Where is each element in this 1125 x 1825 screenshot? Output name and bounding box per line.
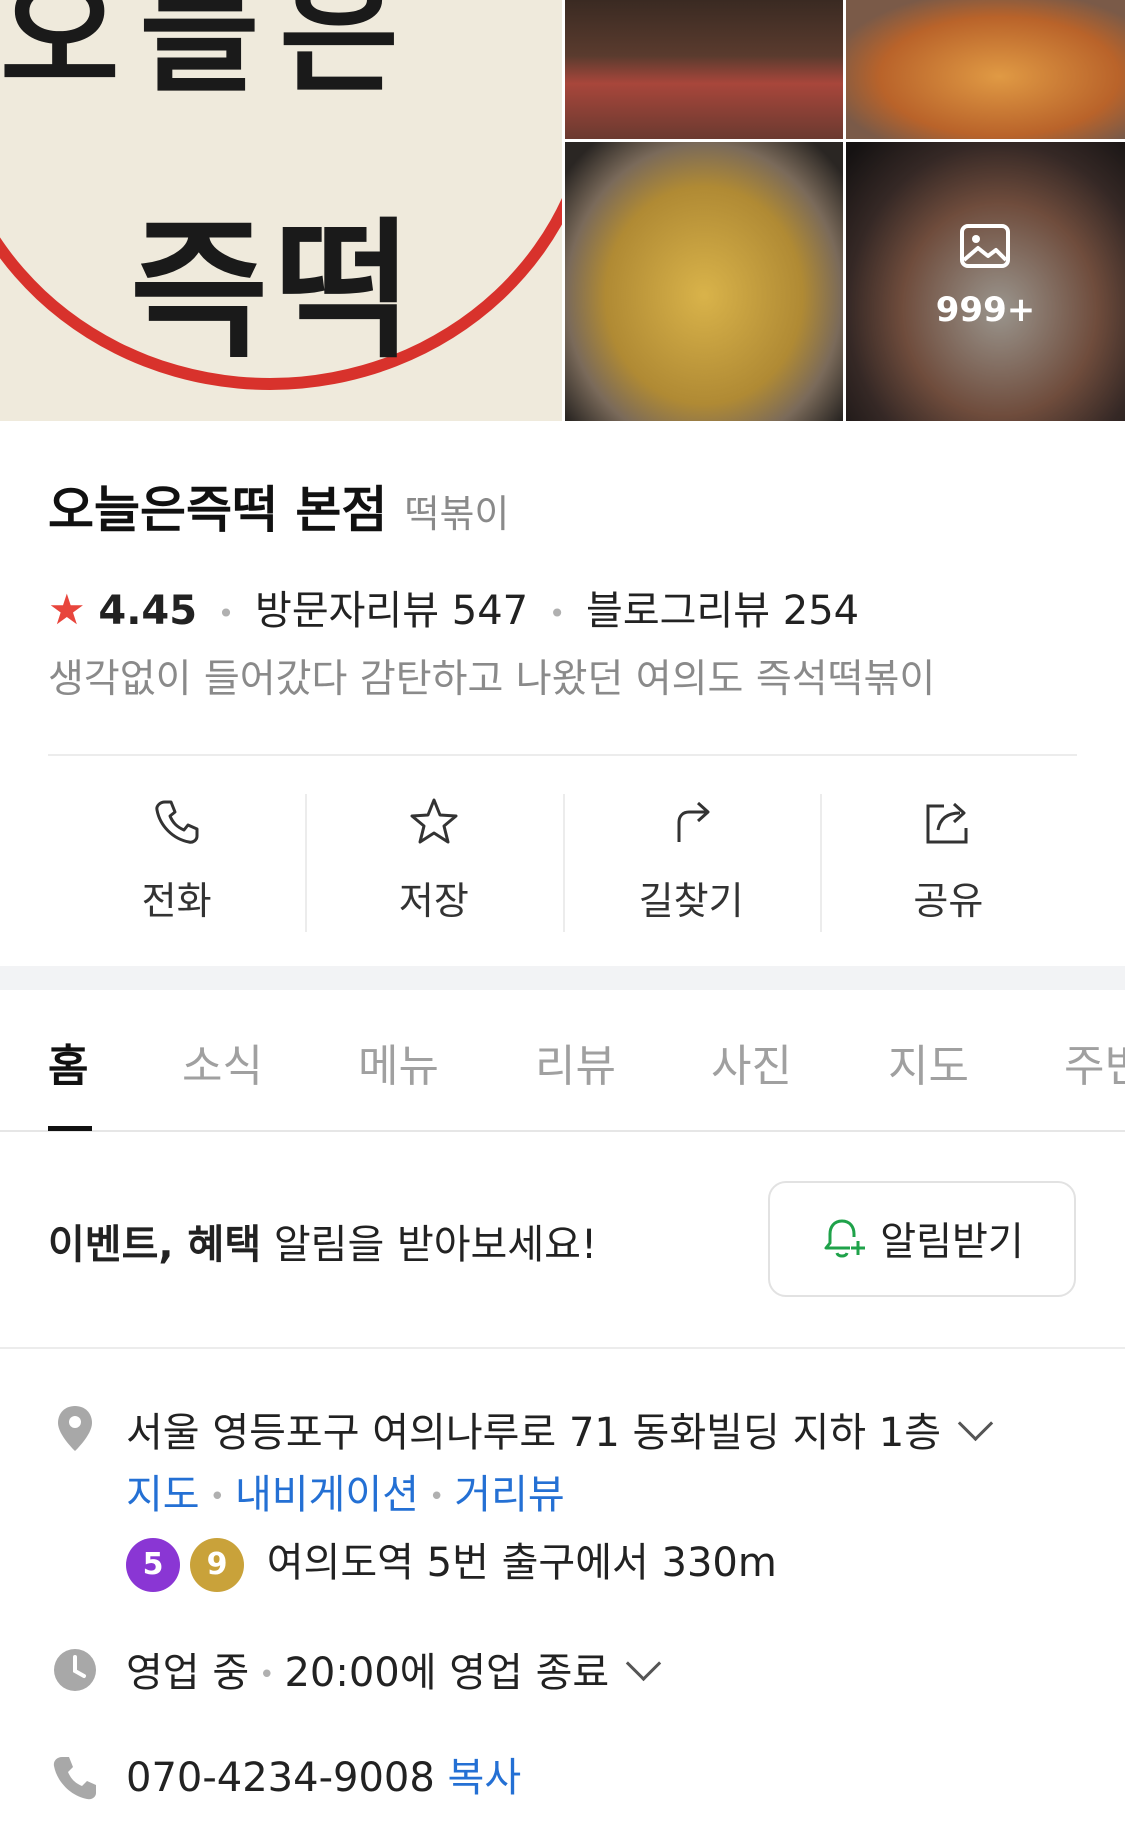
photo-thumb-3[interactable]: [565, 142, 843, 421]
share-label: 공유: [913, 879, 984, 923]
hours-row[interactable]: 영업 중 • 20:00에 영업 종료: [126, 1640, 662, 1698]
share-icon: [926, 802, 968, 844]
address-row[interactable]: 서울 영등포구 여의나루로 71 동화빌딩 지하 1층: [126, 1400, 994, 1458]
separator-dot: •: [259, 1660, 275, 1690]
subway-line-9-badge: 9: [190, 1538, 244, 1592]
chevron-down-icon[interactable]: [625, 1645, 662, 1682]
location-pin-icon: [58, 1406, 92, 1451]
section-gap: [0, 966, 1125, 990]
subscribe-button[interactable]: 알림받기: [768, 1181, 1076, 1297]
tab-bar: 홈 소식 메뉴 리뷰 사진 지도 주변: [0, 990, 1125, 1132]
tab-home[interactable]: 홈: [48, 1030, 88, 1094]
separator-dot: •: [428, 1482, 445, 1512]
subscribe-label: 알림받기: [880, 1220, 1024, 1265]
tab-photo[interactable]: 사진: [711, 1030, 792, 1094]
map-link[interactable]: 지도: [126, 1472, 200, 1518]
hours-status: 영업 중: [126, 1650, 250, 1696]
photo-thumb-1[interactable]: [565, 0, 843, 139]
bell-plus-icon: [824, 1219, 866, 1258]
place-name: 오늘은즉떡 본점: [48, 481, 388, 539]
tab-news[interactable]: 소식: [182, 1030, 263, 1094]
navigation-link[interactable]: 내비게이션: [235, 1472, 419, 1518]
tab-map[interactable]: 지도: [888, 1030, 969, 1094]
divider: [48, 754, 1077, 756]
phone-row: 070-4234-9008 복사: [126, 1745, 521, 1803]
call-button[interactable]: 전화: [48, 790, 305, 930]
divider: [0, 1347, 1125, 1349]
tab-menu[interactable]: 메뉴: [358, 1030, 439, 1094]
directions-label: 길찾기: [638, 879, 744, 923]
photo-overlay: [846, 142, 1125, 421]
notice-bold: 이벤트, 혜택: [48, 1222, 262, 1268]
address-links: 지도 • 내비게이션 • 거리뷰: [126, 1462, 565, 1520]
notice-rest: 알림을 받아보세요!: [261, 1222, 597, 1268]
main-photo[interactable]: 오늘은 즉떡: [0, 0, 562, 421]
call-label: 전화: [141, 879, 212, 923]
chevron-down-icon[interactable]: [957, 1405, 994, 1442]
share-button[interactable]: 공유: [819, 790, 1077, 932]
address-text: 서울 영등포구 여의나루로 71 동화빌딩 지하 1층: [126, 1410, 942, 1456]
action-bar: 전화 저장 길찾기 공유: [48, 790, 1077, 932]
turn-arrow-icon: [677, 801, 710, 842]
rating-row: ★ 4.45 • 방문자리뷰 547 • 블로그리뷰 254: [48, 578, 859, 636]
separator-dot: •: [217, 596, 235, 630]
photo-thumb-more[interactable]: 999+: [846, 142, 1125, 421]
subway-row: 59 여의도역 5번 출구에서 330m: [126, 1530, 777, 1592]
star-outline-icon: [410, 798, 458, 844]
sign-text: 즉떡: [130, 205, 419, 379]
separator-dot: •: [209, 1482, 225, 1512]
tab-nearby[interactable]: 주변: [1064, 1030, 1125, 1094]
place-description: 생각없이 들어갔다 감탄하고 나왔던 여의도 즉석떡볶이: [48, 657, 936, 702]
visitor-reviews-link[interactable]: 방문자리뷰 547: [255, 588, 528, 634]
photo-gallery[interactable]: 오늘은 즉떡 999+: [0, 0, 1125, 421]
save-button[interactable]: 저장: [305, 790, 562, 932]
tab-review[interactable]: 리뷰: [535, 1030, 616, 1094]
hours-close: 20:00에 영업 종료: [284, 1650, 610, 1696]
directions-button[interactable]: 길찾기: [562, 790, 820, 932]
rating-score: 4.45: [98, 588, 198, 634]
streetview-link[interactable]: 거리뷰: [454, 1472, 564, 1518]
clock-icon: [54, 1649, 96, 1691]
phone-icon: [154, 800, 199, 844]
phone-number[interactable]: 070-4234-9008: [126, 1755, 435, 1801]
subway-text: 여의도역 5번 출구에서 330m: [266, 1540, 777, 1586]
subway-line-5-badge: 5: [126, 1538, 180, 1592]
copy-button[interactable]: 복사: [448, 1755, 522, 1801]
tab-active-indicator: [48, 1126, 92, 1131]
place-header: 오늘은즉떡 본점 떡볶이: [48, 470, 509, 542]
star-icon: ★: [48, 585, 86, 634]
photo-thumb-2[interactable]: [846, 0, 1125, 139]
phone-filled-icon: [53, 1757, 96, 1800]
separator-dot: •: [548, 596, 566, 630]
photo-count: 999+: [935, 290, 1036, 330]
image-icon: [960, 224, 1010, 268]
save-label: 저장: [398, 879, 469, 923]
notice-text: 이벤트, 혜택 알림을 받아보세요!: [48, 1212, 597, 1270]
blog-reviews-link[interactable]: 블로그리뷰 254: [586, 588, 859, 634]
place-category: 떡볶이: [404, 492, 510, 536]
